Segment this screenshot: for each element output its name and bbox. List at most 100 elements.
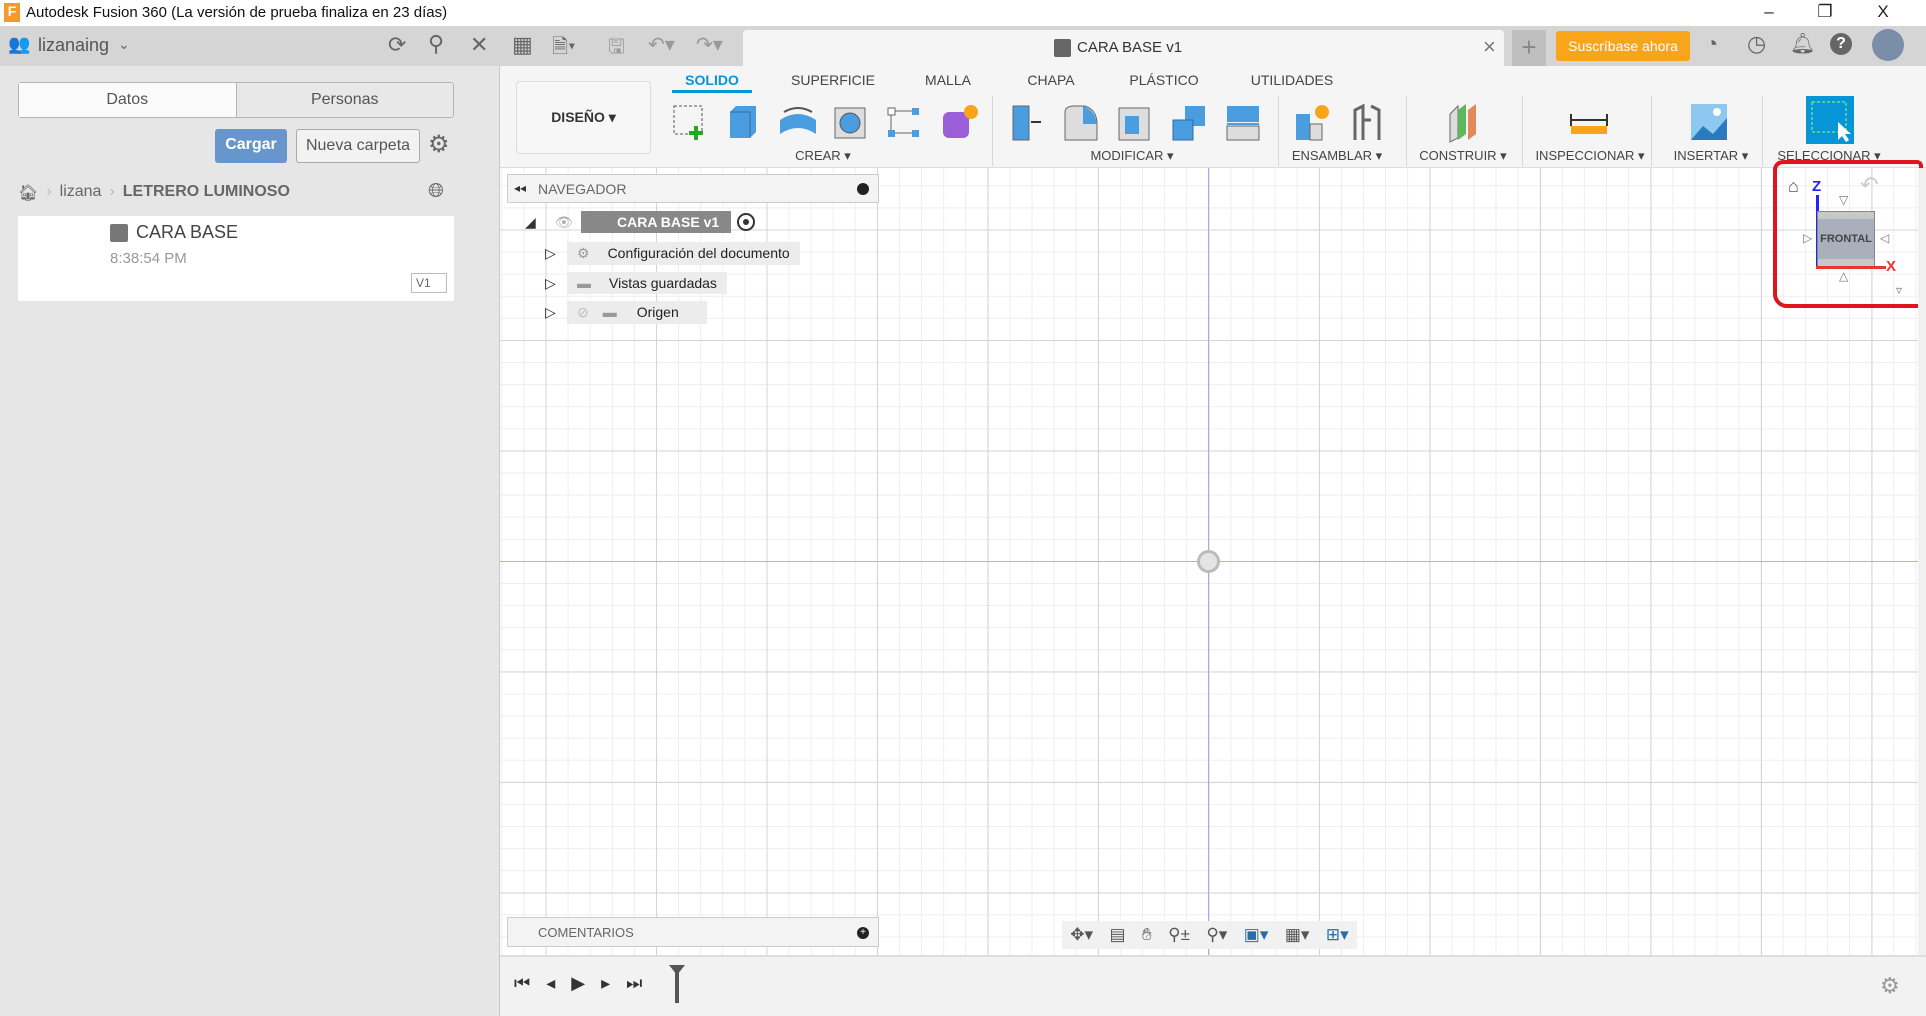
revolve-icon[interactable] [776,100,820,144]
timeline-settings-icon[interactable]: ⚙ [1880,973,1900,999]
restore-button[interactable]: ❐ [1802,0,1848,26]
tab-superficie[interactable]: SUPERFICIE [791,72,875,88]
tree-item[interactable]: ▷ ⊘ ▬ Origen [545,299,707,325]
tab-plastico[interactable]: PLÁSTICO [1129,72,1198,88]
redo-icon[interactable]: ↷▾ [696,32,723,57]
fit-icon[interactable]: ⚲▾ [1206,925,1227,945]
workspace-dropdown[interactable]: DISEÑO ▾ [516,81,651,154]
tab-solido[interactable]: SOLIDO [685,72,739,88]
canvas-scrollbar[interactable] [1918,168,1926,955]
comments-panel[interactable]: COMENTARIOS + [507,917,879,947]
combine-icon[interactable] [1167,100,1211,144]
go-to-end-icon[interactable]: ⏭ [626,973,642,994]
refresh-icon[interactable]: ⟳ [388,32,406,58]
job-status-icon[interactable]: ◔ [1705,31,1718,57]
shell-icon[interactable] [1113,100,1157,144]
arrow-up-icon[interactable]: ▽ [1839,193,1848,207]
minimize-button[interactable]: – [1746,0,1792,26]
step-forward-icon[interactable]: ▸ [601,973,610,994]
group-construir[interactable]: CONSTRUIR ▾ [1419,148,1506,164]
activate-radio-icon[interactable] [737,213,756,231]
expand-triangle-icon[interactable]: ▷ [545,275,567,292]
expand-triangle-icon[interactable]: ▷ [545,245,567,262]
group-modificar[interactable]: MODIFICAR ▾ [1090,148,1173,164]
expand-triangle-icon[interactable]: ▷ [545,304,567,321]
new-folder-button[interactable]: Nueva carpeta [296,129,420,163]
tab-personas[interactable]: Personas [237,83,454,117]
arrow-right-icon[interactable]: ◁ [1880,231,1889,245]
home-view-icon[interactable]: ⌂ [1788,176,1799,197]
close-window-button[interactable]: X [1860,0,1906,26]
collapse-icon[interactable]: ◂◂ [514,181,526,195]
play-icon[interactable]: ▶ [571,973,585,994]
upload-button[interactable]: Cargar [215,129,287,163]
select-icon[interactable] [1806,96,1854,144]
user-selector[interactable]: lizanaing [38,35,109,56]
version-dropdown[interactable]: V1 [411,273,447,293]
create-sketch-icon[interactable] [668,100,712,144]
tree-item[interactable]: ▷ ▬ Vistas guardadas [545,270,727,296]
pan-hand-icon[interactable]: ✋︎ [1142,925,1152,945]
file-card[interactable]: CARA BASE 8:38:54 PM V1 [18,216,454,301]
group-crear[interactable]: CREAR ▾ [795,148,851,164]
viewport-canvas[interactable]: ◂◂ NAVEGADOR ◢ 👁︎ CARA BASE v1 ▷ ⚙ Config… [500,160,1923,955]
zoom-icon[interactable]: ⚲± [1168,925,1190,945]
fillet-icon[interactable] [1059,100,1103,144]
collapse-triangle-icon[interactable]: ◢ [525,214,555,231]
tab-malla[interactable]: MALLA [925,72,971,88]
avatar[interactable] [1872,29,1904,61]
gear-icon[interactable]: ⚙ [428,130,450,159]
create-form-icon[interactable] [937,100,981,144]
extrude-icon[interactable] [722,100,766,144]
close-icon[interactable]: ✕ [470,32,488,58]
arrow-left-icon[interactable]: ▷ [1803,231,1812,245]
press-pull-icon[interactable] [1005,100,1049,144]
display-settings-icon[interactable]: ▣▾ [1244,925,1269,945]
new-component-icon[interactable] [1290,100,1334,144]
group-inspeccionar[interactable]: INSPECCIONAR ▾ [1535,148,1644,164]
clock-icon[interactable]: ◷ [1747,31,1766,57]
hole-icon[interactable] [829,100,873,144]
insert-image-icon[interactable] [1687,100,1731,144]
home-icon[interactable]: 🏠︎ [18,183,38,203]
group-ensamblar[interactable]: ENSAMBLAR ▾ [1292,148,1382,164]
close-tab-button[interactable]: × [1483,34,1496,60]
navigator-header[interactable]: ◂◂ NAVEGADOR [507,174,879,203]
tree-root[interactable]: ◢ 👁︎ CARA BASE v1 [525,209,756,235]
orbit-icon[interactable]: ✥▾ [1070,925,1093,945]
eye-icon[interactable]: 👁︎ [555,214,581,231]
tab-datos[interactable]: Datos [19,83,237,117]
offset-face-icon[interactable] [1221,100,1265,144]
minimize-icon[interactable] [857,183,869,195]
help-icon[interactable]: ? [1830,33,1852,55]
breadcrumb-item[interactable]: lizana [60,183,102,203]
document-tab[interactable]: CARA BASE v1 × [743,30,1504,66]
eye-hidden-icon[interactable]: ⊘ [577,304,589,321]
tab-utilidades[interactable]: UTILIDADES [1251,72,1333,88]
bell-icon[interactable]: 🔔︎ [1790,31,1815,56]
new-tab-button[interactable]: + [1512,30,1546,66]
viewports-icon[interactable]: ⊞▾ [1326,925,1349,945]
timeline-marker-head[interactable] [669,965,685,975]
tab-chapa[interactable]: CHAPA [1027,72,1074,88]
viewcube-menu-icon[interactable]: ▿ [1896,283,1902,297]
arrow-down-icon[interactable]: △ [1839,269,1848,283]
breadcrumb-item[interactable]: LETRERO LUMINOSO [123,183,290,203]
group-insertar[interactable]: INSERTAR ▾ [1674,148,1749,164]
globe-icon[interactable]: 🌐︎ [428,180,444,203]
pattern-icon[interactable] [882,100,926,144]
add-comment-icon[interactable]: + [857,927,869,939]
save-icon[interactable]: 🖫 [608,32,625,66]
tree-item[interactable]: ▷ ⚙ Configuración del documento [545,240,800,266]
apps-grid-icon[interactable]: ▦ [512,32,533,58]
search-icon[interactable]: ⚲ [428,31,444,57]
grid-settings-icon[interactable]: ▦▾ [1285,925,1310,945]
look-at-icon[interactable]: ▤ [1109,925,1125,945]
measure-icon[interactable] [1567,100,1611,144]
subscribe-button[interactable]: Suscríbase ahora [1556,31,1690,61]
viewcube[interactable]: FRONTAL [1817,211,1875,268]
construct-plane-icon[interactable] [1440,100,1484,144]
joint-icon[interactable] [1345,100,1389,144]
undo-icon[interactable]: ↶▾ [648,32,675,57]
step-back-icon[interactable]: ◂ [546,973,555,994]
